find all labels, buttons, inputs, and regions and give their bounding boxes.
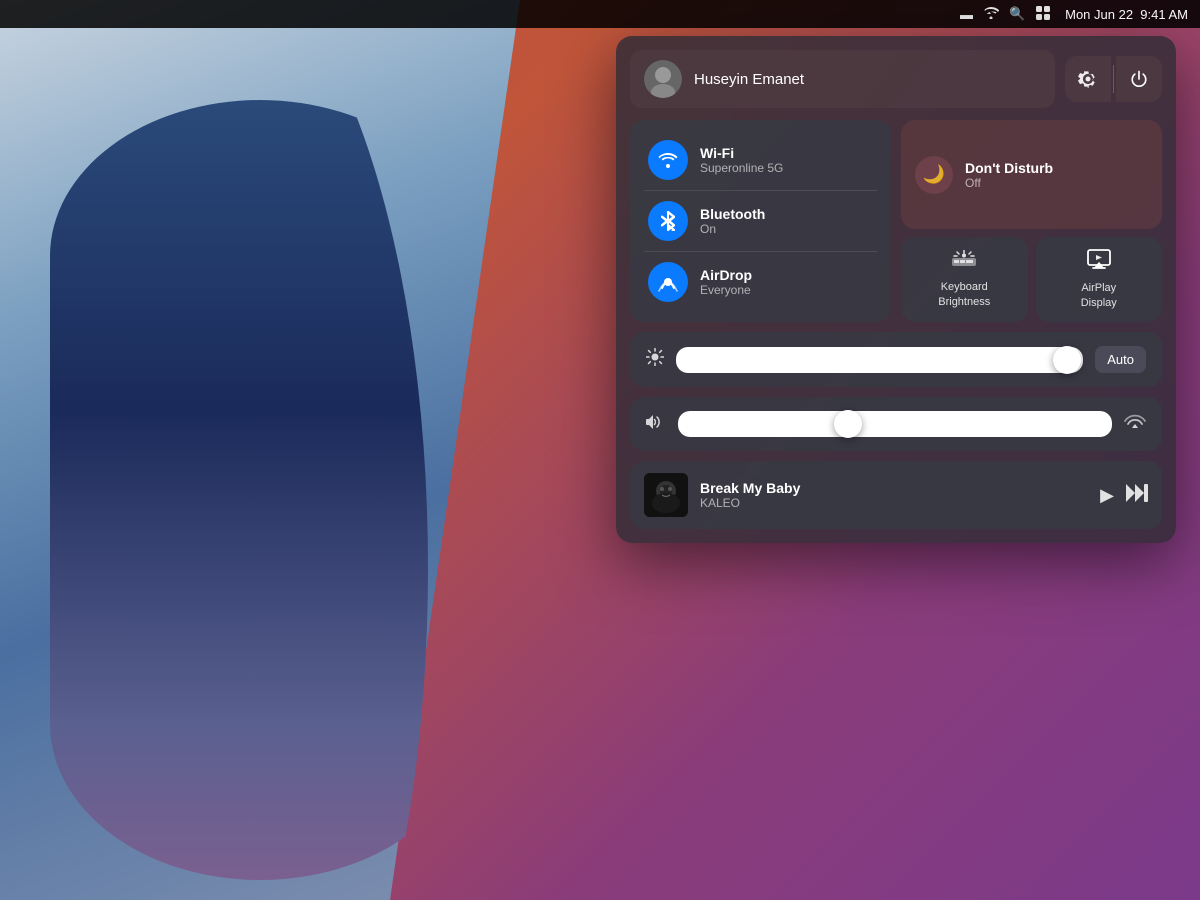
airplay-display-toggle[interactable]: AirPlay Display bbox=[1036, 237, 1163, 322]
bluetooth-text: Bluetooth On bbox=[700, 206, 765, 236]
dont-disturb-text: Don't Disturb Off bbox=[965, 160, 1053, 190]
brightness-slider-row: Auto bbox=[630, 332, 1162, 387]
airdrop-subtitle: Everyone bbox=[700, 283, 752, 297]
keyboard-brightness-icon bbox=[952, 250, 976, 274]
volume-thumb[interactable] bbox=[834, 410, 862, 438]
control-center-icon[interactable] bbox=[1035, 5, 1051, 24]
volume-icon bbox=[646, 414, 666, 435]
airdrop-toggle[interactable]: AirDrop Everyone bbox=[644, 254, 877, 310]
keyboard-brightness-toggle[interactable]: Keyboard Brightness bbox=[901, 237, 1028, 322]
brightness-icon bbox=[646, 348, 664, 371]
action-divider bbox=[1113, 65, 1114, 93]
power-button[interactable] bbox=[1116, 56, 1162, 102]
bluetooth-subtitle: On bbox=[700, 222, 765, 236]
bluetooth-title: Bluetooth bbox=[700, 206, 765, 222]
menubar-icons: ▬ 🔍 Wi-Fi Mon Jun 22 9:41 AM bbox=[960, 5, 1188, 24]
volume-track[interactable] bbox=[678, 411, 1112, 437]
dont-disturb-toggle[interactable]: 🌙 Don't Disturb Off bbox=[901, 120, 1162, 229]
now-playing: Break My Baby KALEO ▶ bbox=[630, 461, 1162, 529]
dont-disturb-title: Don't Disturb bbox=[965, 160, 1053, 176]
brightness-thumb[interactable] bbox=[1053, 346, 1081, 374]
wifi-subtitle: Superonline 5G bbox=[700, 161, 783, 175]
wifi-title: Wi-Fi bbox=[700, 145, 783, 161]
dont-disturb-icon: 🌙 bbox=[915, 156, 953, 194]
divider2 bbox=[644, 251, 877, 252]
airplay-display-label: AirPlay Display bbox=[1081, 281, 1117, 310]
wifi-text: Wi-Fi Superonline 5G bbox=[700, 145, 783, 175]
brightness-auto-button[interactable]: Auto bbox=[1095, 346, 1146, 373]
volume-slider-row bbox=[630, 397, 1162, 451]
airdrop-title: AirDrop bbox=[700, 267, 752, 283]
album-art bbox=[644, 473, 688, 517]
control-center-panel: Huseyin Emanet bbox=[616, 36, 1176, 543]
track-title: Break My Baby bbox=[700, 480, 1088, 496]
skip-button[interactable] bbox=[1126, 484, 1148, 507]
bluetooth-icon-circle bbox=[648, 201, 688, 241]
menubar: ▬ 🔍 Wi-Fi Mon Jun 22 9:41 AM bbox=[0, 0, 1200, 28]
user-name: Huseyin Emanet bbox=[694, 71, 804, 88]
playback-controls: ▶ bbox=[1100, 484, 1148, 507]
bluetooth-toggle[interactable]: Bluetooth On bbox=[644, 193, 877, 249]
dont-disturb-subtitle: Off bbox=[965, 176, 1053, 190]
divider1 bbox=[644, 190, 877, 191]
network-grid: Wi-Fi Superonline 5G bbox=[630, 120, 1162, 322]
right-toggles: 🌙 Don't Disturb Off bbox=[901, 120, 1162, 322]
track-info: Break My Baby KALEO bbox=[700, 480, 1088, 510]
track-artist: KALEO bbox=[700, 496, 1088, 510]
wifi-toggle[interactable]: Wi-Fi Superonline 5G bbox=[644, 132, 877, 188]
wifi-icon[interactable] bbox=[983, 6, 999, 22]
user-actions bbox=[1065, 56, 1162, 102]
airplay-display-icon bbox=[1087, 249, 1111, 275]
volume-airplay-button[interactable] bbox=[1124, 411, 1146, 437]
user-card[interactable]: Huseyin Emanet bbox=[630, 50, 1055, 108]
brightness-track[interactable] bbox=[676, 347, 1083, 373]
avatar bbox=[644, 60, 682, 98]
menubar-datetime: Mon Jun 22 9:41 AM bbox=[1065, 7, 1188, 22]
airdrop-icon-circle bbox=[648, 262, 688, 302]
network-toggles: Wi-Fi Superonline 5G bbox=[630, 120, 891, 322]
play-button[interactable]: ▶ bbox=[1100, 485, 1114, 506]
bottom-toggles: Keyboard Brightness bbox=[901, 237, 1162, 322]
wifi-icon-circle bbox=[648, 140, 688, 180]
airdrop-text: AirDrop Everyone bbox=[700, 267, 752, 297]
user-row: Huseyin Emanet bbox=[630, 50, 1162, 108]
search-icon[interactable]: 🔍 bbox=[1009, 6, 1025, 22]
settings-button[interactable] bbox=[1065, 56, 1111, 102]
keyboard-brightness-label: Keyboard Brightness bbox=[938, 280, 990, 309]
battery-icon[interactable]: ▬ bbox=[960, 7, 973, 22]
